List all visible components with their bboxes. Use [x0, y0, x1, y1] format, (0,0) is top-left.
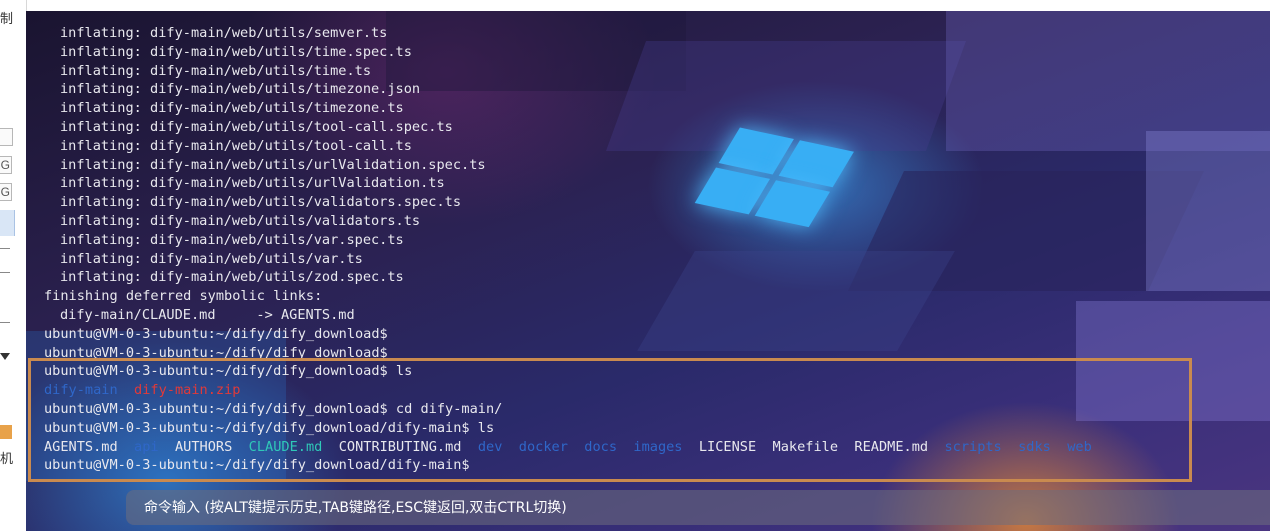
terminal-text: inflating: dify-main/web/utils/urlValida… [60, 156, 486, 173]
terminal-text: inflating: dify-main/web/utils/var.spec.… [60, 231, 404, 248]
highlight-box [28, 358, 1192, 482]
terminal-text: inflating: dify-main/web/utils/zod.spec.… [60, 269, 404, 286]
terminal-line: inflating: dify-main/web/utils/time.spec… [44, 43, 1254, 62]
terminal-text: inflating: dify-main/web/utils/timezone.… [60, 100, 404, 117]
terminal-line: inflating: dify-main/web/utils/urlValida… [44, 174, 1254, 193]
terminal-line: inflating: dify-main/web/utils/var.spec.… [44, 231, 1254, 250]
terminal-text: inflating: dify-main/web/utils/validator… [60, 194, 462, 211]
terminal-line: ubuntu@VM-0-3-ubuntu:~/dify/dify_downloa… [44, 325, 1254, 344]
folder-icon [0, 425, 12, 439]
background-window-strip: 制 G G 机 [0, 0, 27, 531]
terminal-line: finishing deferred symbolic links: [44, 287, 1254, 306]
terminal-line: inflating: dify-main/web/utils/timezone.… [44, 99, 1254, 118]
terminal-window[interactable]: inflating: dify-main/web/utils/semver.ts… [26, 11, 1270, 531]
terminal-line: inflating: dify-main/web/utils/urlValida… [44, 156, 1254, 175]
background-char-top: 制 [0, 11, 14, 26]
terminal-line: dify-main/CLAUDE.md -> AGENTS.md [44, 306, 1254, 325]
terminal-text: inflating: dify-main/web/utils/semver.ts [60, 25, 388, 41]
command-input-bar[interactable]: 命令输入 (按ALT键提示历史,TAB键路径,ESC键返回,双击CTRL切换) [126, 490, 1270, 525]
terminal-text: inflating: dify-main/web/utils/validator… [60, 212, 421, 229]
terminal-line: inflating: dify-main/web/utils/var.ts [44, 250, 1254, 269]
terminal-text: inflating: dify-main/web/utils/tool-call… [60, 137, 412, 154]
terminal-line: inflating: dify-main/web/utils/zod.spec.… [44, 268, 1254, 287]
background-char-bottom: 机 [0, 451, 14, 466]
background-box-g1: G [0, 156, 12, 174]
terminal-line: inflating: dify-main/web/utils/validator… [44, 193, 1254, 212]
background-divider [0, 272, 10, 273]
terminal-line: inflating: dify-main/web/utils/tool-call… [44, 118, 1254, 137]
terminal-line: inflating: dify-main/web/utils/validator… [44, 212, 1254, 231]
terminal-line: inflating: dify-main/web/utils/semver.ts [44, 24, 1254, 43]
terminal-text: inflating: dify-main/web/utils/timezone.… [60, 81, 421, 98]
terminal-text: ubuntu@VM-0-3-ubuntu:~/dify/dify_downloa… [44, 325, 388, 342]
terminal-text: inflating: dify-main/web/utils/time.ts [60, 62, 371, 79]
background-divider [0, 248, 10, 249]
terminal-line: inflating: dify-main/web/utils/timezone.… [44, 80, 1254, 99]
terminal-line: inflating: dify-main/web/utils/tool-call… [44, 137, 1254, 156]
terminal-text: inflating: dify-main/web/utils/var.ts [60, 250, 363, 267]
terminal-text: dify-main/CLAUDE.md -> AGENTS.md [60, 306, 355, 323]
command-input-placeholder[interactable]: 命令输入 (按ALT键提示历史,TAB键路径,ESC键返回,双击CTRL切换) [144, 497, 567, 517]
background-divider [0, 322, 10, 323]
terminal-text: inflating: dify-main/web/utils/urlValida… [60, 175, 445, 192]
terminal-text: inflating: dify-main/web/utils/time.spec… [60, 43, 412, 60]
terminal-text: inflating: dify-main/web/utils/tool-call… [60, 118, 453, 135]
caret-down-icon [0, 353, 10, 360]
background-box-g2: G [0, 183, 12, 201]
background-box [0, 128, 13, 146]
terminal-text: finishing deferred symbolic links: [44, 288, 323, 305]
background-selected-row [0, 210, 15, 236]
terminal-line: inflating: dify-main/web/utils/time.ts [44, 62, 1254, 81]
